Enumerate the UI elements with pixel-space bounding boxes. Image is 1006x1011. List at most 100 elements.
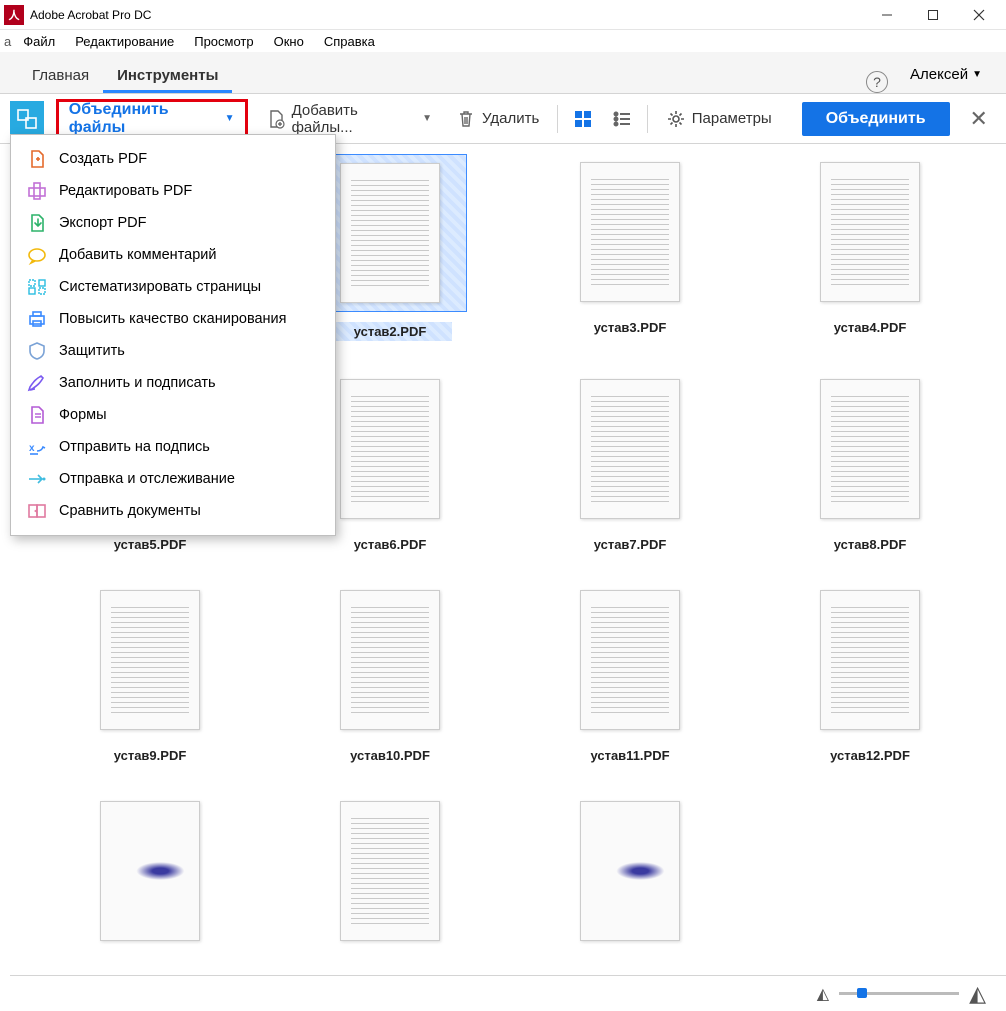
dropdown-item-4[interactable]: Систематизировать страницы — [11, 271, 335, 303]
tools-dropdown: Создать PDF Редактировать PDF Экспорт PDF Д… — [10, 134, 336, 536]
dropdown-label: Создать PDF — [59, 151, 147, 167]
zoom-in-icon[interactable]: ◭ — [969, 981, 986, 1007]
dropdown-label: Добавить комментарий — [59, 247, 217, 263]
delete-button[interactable]: Удалить — [450, 105, 545, 133]
dropdown-icon — [27, 469, 47, 489]
dropdown-label: Защитить — [59, 343, 125, 359]
minimize-button[interactable] — [864, 0, 910, 30]
page-preview — [340, 590, 440, 730]
combine-action-button[interactable]: Объединить — [802, 102, 950, 136]
tab-home[interactable]: Главная — [18, 57, 103, 93]
file-name: устав8.PDF — [834, 537, 907, 552]
dropdown-icon — [27, 341, 47, 361]
dropdown-item-7[interactable]: Заполнить и подписать — [11, 367, 335, 399]
dropdown-label: Редактировать PDF — [59, 183, 192, 199]
user-menu[interactable]: Алексей▼ — [904, 56, 988, 93]
file-thumb[interactable] — [510, 793, 750, 959]
page-preview — [820, 379, 920, 519]
file-name: устав12.PDF — [830, 748, 910, 763]
help-button[interactable]: ? — [866, 71, 888, 93]
dropdown-item-8[interactable]: Формы — [11, 399, 335, 431]
options-button[interactable]: Параметры — [660, 105, 778, 133]
menu-prefix: а — [4, 34, 11, 49]
delete-label: Удалить — [482, 110, 539, 127]
dropdown-item-0[interactable]: Создать PDF — [11, 143, 335, 175]
dropdown-item-3[interactable]: Добавить комментарий — [11, 239, 335, 271]
dropdown-item-11[interactable]: Сравнить документы — [11, 495, 335, 527]
menu-file[interactable]: Файл — [13, 32, 65, 51]
combine-label: Объединить файлы — [69, 101, 219, 137]
add-file-icon — [266, 109, 286, 129]
dropdown-icon — [27, 405, 47, 425]
file-thumb[interactable]: устав3.PDF — [510, 154, 750, 341]
dropdown-icon — [27, 501, 47, 521]
dropdown-icon — [27, 245, 47, 265]
grid-view-button[interactable] — [570, 105, 596, 133]
file-thumb[interactable] — [30, 793, 270, 959]
page-preview — [580, 590, 680, 730]
dropdown-item-2[interactable]: Экспорт PDF — [11, 207, 335, 239]
menu-window[interactable]: Окно — [264, 32, 314, 51]
file-name: устав11.PDF — [590, 748, 669, 763]
dropdown-item-6[interactable]: Защитить — [11, 335, 335, 367]
dropdown-label: Отправка и отслеживание — [59, 471, 235, 487]
dropdown-icon — [27, 181, 47, 201]
dropdown-item-10[interactable]: Отправка и отслеживание — [11, 463, 335, 495]
dropdown-label: Систематизировать страницы — [59, 279, 261, 295]
dropdown-item-5[interactable]: Повысить качество сканирования — [11, 303, 335, 335]
dropdown-label: Экспорт PDF — [59, 215, 147, 231]
page-preview — [340, 379, 440, 519]
dropdown-label: Формы — [59, 407, 107, 423]
menu-help[interactable]: Справка — [314, 32, 385, 51]
list-view-button[interactable] — [609, 105, 635, 133]
zoom-slider[interactable] — [839, 992, 959, 995]
dropdown-label: Повысить качество сканирования — [59, 311, 287, 327]
gear-icon — [666, 109, 686, 129]
svg-text:x: x — [29, 443, 35, 454]
file-name: устав6.PDF — [354, 537, 427, 552]
file-thumb[interactable]: устав9.PDF — [30, 582, 270, 763]
page-preview — [820, 162, 920, 302]
file-name: устав7.PDF — [594, 537, 667, 552]
tabbar: Главная Инструменты ? Алексей▼ — [0, 52, 1006, 94]
file-name: устав4.PDF — [834, 320, 907, 335]
dropdown-icon: x — [27, 437, 47, 457]
file-thumb[interactable]: устав4.PDF — [750, 154, 990, 341]
page-preview — [340, 163, 440, 303]
menu-edit[interactable]: Редактирование — [65, 32, 184, 51]
dropdown-icon — [27, 309, 47, 329]
page-preview — [580, 379, 680, 519]
dropdown-item-1[interactable]: Редактировать PDF — [11, 175, 335, 207]
file-thumb[interactable]: устав8.PDF — [750, 371, 990, 552]
file-name: устав2.PDF — [328, 322, 453, 341]
dropdown-label: Сравнить документы — [59, 503, 201, 519]
app-icon: 人 — [4, 5, 24, 25]
file-thumb[interactable]: устав10.PDF — [270, 582, 510, 763]
file-name: устав5.PDF — [114, 537, 187, 552]
dropdown-label: Заполнить и подписать — [59, 375, 216, 391]
options-label: Параметры — [692, 110, 772, 127]
file-thumb[interactable]: устав11.PDF — [510, 582, 750, 763]
file-name: устав9.PDF — [114, 748, 187, 763]
file-thumb[interactable]: устав12.PDF — [750, 582, 990, 763]
zoom-out-icon[interactable]: ◭ — [817, 984, 829, 1004]
combine-files-dropdown[interactable]: Объединить файлы▼ — [56, 99, 248, 139]
titlebar: 人 Adobe Acrobat Pro DC — [0, 0, 1006, 30]
add-files-label: Добавить файлы... — [292, 102, 413, 136]
page-preview — [580, 162, 680, 302]
dropdown-label: Отправить на подпись — [59, 439, 210, 455]
page-preview — [820, 590, 920, 730]
maximize-button[interactable] — [910, 0, 956, 30]
close-tool-button[interactable]: ✕ — [962, 102, 996, 136]
file-name: устав10.PDF — [350, 748, 430, 763]
close-button[interactable] — [956, 0, 1002, 30]
menu-view[interactable]: Просмотр — [184, 32, 263, 51]
file-thumb[interactable] — [270, 793, 510, 959]
combine-tool-icon[interactable] — [10, 101, 44, 137]
file-name: устав3.PDF — [594, 320, 667, 335]
file-thumb[interactable]: устав7.PDF — [510, 371, 750, 552]
app-title: Adobe Acrobat Pro DC — [30, 8, 864, 22]
menubar: а Файл Редактирование Просмотр Окно Спра… — [0, 30, 1006, 52]
dropdown-item-9[interactable]: x Отправить на подпись — [11, 431, 335, 463]
tab-tools[interactable]: Инструменты — [103, 57, 232, 93]
